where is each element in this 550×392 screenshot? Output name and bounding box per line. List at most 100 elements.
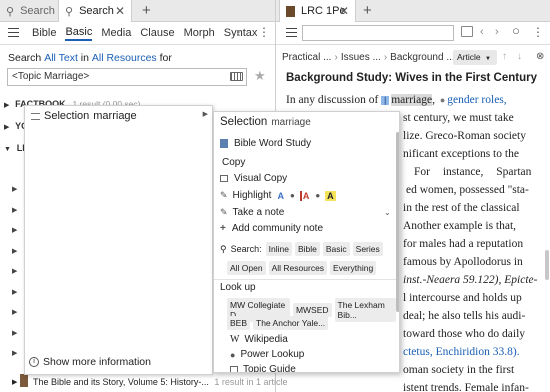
lookup-chip[interactable]: BEB: [227, 316, 251, 330]
menu-button[interactable]: [286, 28, 297, 37]
chevron-right-icon[interactable]: ›: [495, 26, 499, 38]
new-tab-button[interactable]: +: [142, 2, 151, 19]
tab-search-2[interactable]: ⚲ Search ✕: [58, 0, 132, 22]
lookup-chip[interactable]: The Anchor Yale...: [253, 316, 329, 330]
menu-label: Power Lookup: [240, 349, 305, 360]
take-note-item[interactable]: ✎ Take a note: [220, 207, 284, 218]
expand-arrow-icon[interactable]: ▶: [12, 242, 17, 263]
search-type-clause[interactable]: Clause: [140, 27, 174, 39]
expand-arrow-icon[interactable]: ▶: [12, 180, 17, 201]
info-icon: i: [29, 357, 39, 367]
chevron-right-icon: ›: [334, 52, 338, 63]
menu-label: Topic Guide: [243, 364, 296, 373]
search-type-media[interactable]: Media: [101, 27, 131, 39]
article-dropdown[interactable]: Article ▼: [453, 50, 497, 65]
power-lookup-item[interactable]: ● Power Lookup: [230, 349, 304, 360]
arrow-down-icon[interactable]: ↓: [517, 51, 522, 62]
search-type-bible[interactable]: Bible: [32, 27, 56, 39]
collapse-arrow-icon: ▼: [4, 146, 11, 153]
hamburger-icon: [8, 28, 19, 37]
scope-all-resources-link[interactable]: All Resources: [92, 52, 157, 64]
panel-menu-icon[interactable]: [461, 26, 473, 37]
scrollbar-thumb[interactable]: [396, 132, 399, 312]
article-line-1: In any discussion of ∣ marriage, ● gender …: [286, 94, 507, 106]
search-type-basic[interactable]: Basic: [65, 26, 93, 41]
new-tab-button[interactable]: +: [363, 2, 372, 19]
topic-guide-item[interactable]: Topic Guide: [230, 364, 296, 373]
tab-lrc-1pe[interactable]: LRC 1Pe ✕: [279, 0, 356, 22]
lightbulb-icon: ●: [230, 349, 236, 360]
selection-item[interactable]: Selection marriage: [31, 110, 137, 122]
book-cover-icon: [20, 374, 28, 387]
more-options-icon[interactable]: ⋮: [258, 26, 270, 38]
search-type-morph[interactable]: Morph: [184, 27, 215, 39]
lookup-header: Look up: [220, 282, 256, 293]
scope-all-text-link[interactable]: All Text: [44, 52, 78, 64]
search-input-value: <Topic Marriage>: [12, 71, 90, 82]
chevron-left-icon[interactable]: ‹: [480, 26, 484, 38]
expand-arrow-icon[interactable]: ▶: [12, 378, 17, 386]
chevron-left-icon[interactable]: ‹: [237, 26, 241, 40]
show-more-info-button[interactable]: i Show more information: [29, 356, 151, 368]
highlight-item[interactable]: ✎ Highlight A ● A ● A: [220, 190, 336, 201]
star-icon[interactable]: ★: [254, 68, 266, 84]
person-icon[interactable]: ●: [315, 191, 320, 200]
result-group-3[interactable]: ▼ LI: [4, 143, 25, 154]
visual-copy-item[interactable]: Visual Copy: [220, 173, 287, 184]
chevron-down-icon[interactable]: ⌄: [384, 208, 391, 217]
tree-arrows: ▶ ▶ ▶ ▶ ▶ ▶ ▶ ▶ ▶: [12, 180, 17, 365]
highlight-style-blue[interactable]: A: [277, 191, 284, 201]
close-icon[interactable]: ⊗: [536, 51, 544, 62]
search-bible-chip[interactable]: Bible: [294, 242, 320, 256]
search-inline-chip[interactable]: Inline: [265, 242, 292, 256]
menu-button[interactable]: [8, 28, 19, 37]
tab-search-1[interactable]: ⚲ Search: [0, 0, 58, 22]
note-icon: ✎: [220, 207, 228, 217]
expand-arrow-icon[interactable]: ▶: [12, 303, 17, 324]
breadcrumb-item[interactable]: Practical ...: [282, 52, 331, 63]
topic-link[interactable]: gender roles,: [447, 94, 506, 106]
keyboard-icon[interactable]: [230, 72, 243, 81]
expand-arrow-icon[interactable]: ▶: [12, 221, 17, 242]
search-input[interactable]: <Topic Marriage>: [7, 68, 247, 86]
more-options-icon[interactable]: ⋮: [532, 26, 544, 39]
close-icon[interactable]: ✕: [339, 4, 349, 18]
breadcrumb-item[interactable]: Background ...: [390, 52, 454, 63]
bible-word-study-item[interactable]: Bible Word Study: [220, 138, 311, 149]
search-everything-chip[interactable]: Everything: [330, 261, 377, 275]
highlight-style-yellow[interactable]: A: [325, 190, 336, 201]
link-set-icon[interactable]: ○: [512, 23, 520, 38]
search-all-open-chip[interactable]: All Open: [227, 261, 266, 275]
lookup-chip[interactable]: The Lexham Bib...: [334, 298, 396, 322]
expand-arrow-icon[interactable]: ▶: [12, 324, 17, 345]
wikipedia-item[interactable]: W Wikipedia: [230, 334, 288, 345]
selection-value: marriage: [271, 116, 311, 128]
breadcrumb-item[interactable]: Issues ...: [341, 52, 381, 63]
menu-label: Add community note: [231, 223, 324, 234]
menu-label: Visual Copy: [234, 173, 288, 184]
reference-input[interactable]: [302, 25, 454, 41]
arrow-up-icon[interactable]: ↑: [502, 51, 507, 62]
search-basic-chip[interactable]: Basic: [322, 242, 350, 256]
close-icon[interactable]: ✕: [115, 4, 125, 18]
add-community-note-item[interactable]: + Add community note: [220, 223, 323, 234]
search-row: ⚲ Search: Inline Bible Basic Series: [220, 242, 386, 256]
scope-prefix: Search: [8, 52, 42, 64]
search-series-chip[interactable]: Series: [352, 242, 383, 256]
expand-arrow-icon: ▶: [4, 102, 10, 109]
result-title: The Bible and its Story, Volume 5: Histo…: [33, 377, 209, 387]
expand-arrow-icon[interactable]: ▶: [12, 283, 17, 304]
selected-word[interactable]: marriage: [391, 94, 433, 106]
scrollbar-thumb[interactable]: [545, 250, 549, 280]
highlight-style-red[interactable]: A: [299, 190, 309, 201]
book-icon: [220, 139, 228, 148]
expand-arrow-icon[interactable]: ▶: [12, 201, 17, 222]
person-icon[interactable]: ●: [290, 191, 295, 200]
expand-arrow-icon[interactable]: ▶: [12, 262, 17, 283]
lookup-chip[interactable]: MWSED: [292, 303, 332, 317]
expand-arrow-icon[interactable]: ▶: [12, 344, 17, 365]
search-all-resources-chip[interactable]: All Resources: [268, 261, 328, 275]
result-item[interactable]: The Bible and its Story, Volume 5: Histo…: [33, 377, 287, 387]
menu-label: Wikipedia: [244, 334, 288, 345]
article-line[interactable]: ctetus, Enchiridion 33.8).: [403, 346, 520, 358]
